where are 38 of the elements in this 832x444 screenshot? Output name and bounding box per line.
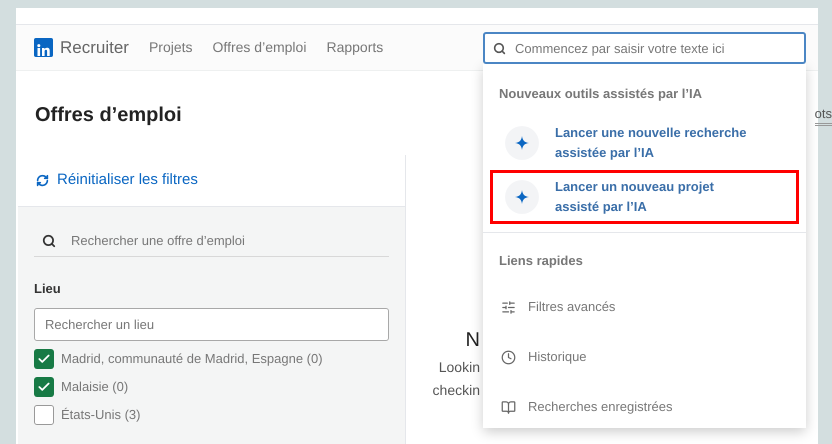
- book-icon: [501, 400, 516, 414]
- checkbox[interactable]: [34, 376, 54, 396]
- menu-item[interactable]: Lancer une nouvelle recherche assistée par l’IA: [490, 116, 799, 170]
- clock-icon: [501, 350, 516, 364]
- logo-icon: [34, 38, 53, 57]
- empty-text: Lookin: [438, 358, 480, 377]
- option-label: Madrid, communauté de Madrid, Espagne (0): [61, 350, 323, 368]
- sparkle-icon: [505, 180, 539, 214]
- refresh-icon: [36, 174, 49, 187]
- location-field[interactable]: Rechercher un lieu: [34, 308, 389, 340]
- checkbox[interactable]: [34, 404, 54, 424]
- tab-label[interactable]: ots: [814, 104, 832, 126]
- nav-link[interactable]: Projets: [148, 37, 193, 58]
- product-name: Recruiter: [60, 36, 129, 59]
- check-icon: [37, 352, 51, 366]
- option-label: Malaisie (0): [61, 378, 128, 396]
- option-label: États-Unis (3): [61, 406, 140, 424]
- menu-item[interactable]: Historique: [490, 332, 799, 382]
- search-icon: [493, 42, 506, 55]
- empty-title: N: [466, 328, 480, 353]
- menu-item[interactable]: Filtres avancés: [490, 282, 799, 332]
- page-title: Offres d’emploi: [35, 103, 182, 128]
- job-search-field[interactable]: Rechercher une offre d’emploi: [34, 225, 389, 257]
- checkbox[interactable]: [34, 348, 54, 368]
- reset-filters-link[interactable]: Réinitialiser les filtres: [18, 155, 405, 207]
- sparkle-icon: [505, 126, 539, 160]
- search-icon: [42, 234, 56, 248]
- menu-item[interactable]: Recherches enregistrées: [490, 382, 799, 432]
- global-search-field[interactable]: Commencez par saisir votre texte ici: [483, 32, 806, 64]
- sliders-icon: [501, 300, 516, 314]
- section-heading: Liens rapides: [498, 252, 584, 270]
- location-label: Lieu: [34, 280, 62, 298]
- empty-text: checkin: [432, 381, 480, 400]
- check-icon: [37, 380, 51, 394]
- nav-link[interactable]: Offres d’emploi: [212, 37, 306, 58]
- menu-item[interactable]: Lancer un nouveau projet assisté par l’IA: [490, 170, 799, 224]
- section-heading: Nouveaux outils assistés par l’IA: [498, 85, 704, 103]
- nav-link[interactable]: Rapports: [326, 37, 384, 58]
